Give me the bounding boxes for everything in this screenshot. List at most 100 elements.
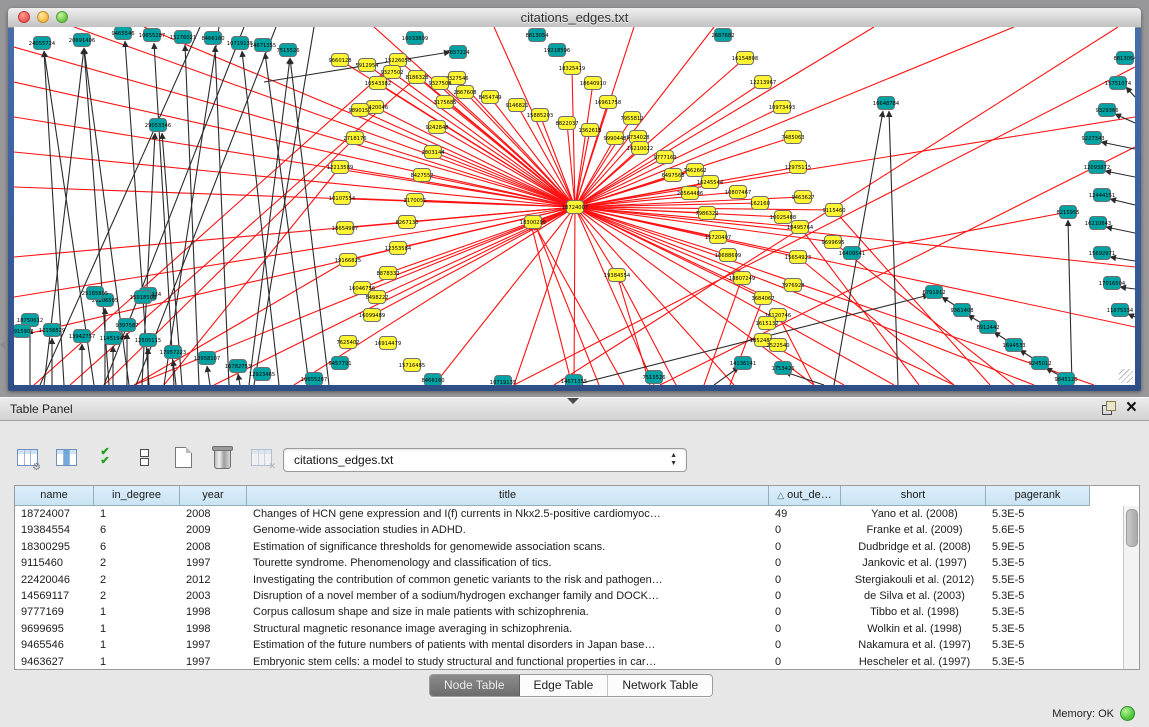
citation-network-graph[interactable]: 24055724 20691406 9465546 10655287 15276021 8… [14,27,1135,385]
graph-node[interactable]: 15226058 [385,54,411,67]
graph-node[interactable]: 19384554 [604,269,631,282]
row-layout-icon[interactable] [131,444,157,470]
graph-node[interactable]: 20691406 [69,34,95,47]
column-header-short[interactable]: short [841,486,986,506]
graph-node[interactable]: 9660128 [328,54,351,67]
column-header-title[interactable]: title [247,486,769,506]
table-row[interactable]: 2242004622012Investigating the contribut… [15,572,1124,588]
graph-node[interactable]: 10807467 [725,186,751,199]
graph-node[interactable]: 9146821 [505,99,528,112]
graph-node[interactable]: 3684067 [751,292,774,305]
graph-node[interactable]: 9327508 [428,77,451,90]
graph-node[interactable]: 12923465 [249,368,275,381]
tab-node-table[interactable]: Node Table [430,675,520,696]
graph-node[interactable]: 8878332 [376,267,399,280]
table-row[interactable]: 1830029562008Estimation of significance … [15,539,1124,555]
graph-node[interactable]: 15885203 [527,109,553,122]
graph-node[interactable]: 13942757 [69,330,95,343]
table-row[interactable]: 1938455462009Genome-wide association stu… [15,522,1124,538]
graph-node[interactable]: 8454749 [478,91,501,104]
column-header-pagerank[interactable]: pagerank [986,486,1090,506]
table-selector-dropdown[interactable]: citations_edges.txt ▲▼ [283,448,687,472]
float-panel-icon[interactable] [1102,401,1116,415]
graph-node[interactable]: 7955812 [620,112,643,125]
graph-node[interactable]: 6791912 [922,286,945,299]
canvas-resize-grip[interactable] [1119,369,1133,383]
table-row[interactable]: 946554611997Estimation of the future num… [15,637,1124,653]
graph-node[interactable]: 12505115 [135,334,161,347]
graph-node[interactable]: 8498222 [365,291,388,304]
network-canvas[interactable]: 24055724 20691406 9465546 10655287 15276021 8… [14,27,1135,385]
show-columns-icon[interactable] [53,444,79,470]
graph-node[interactable]: 16033809 [402,32,428,45]
graph-node[interactable]: 8813054 [525,29,549,42]
graph-node[interactable]: 9329366 [1095,104,1118,117]
column-header-name[interactable]: name [15,486,94,506]
graph-node[interactable]: 15716485 [399,359,425,372]
table-row[interactable]: 969969511998Structural magnetic resonanc… [15,621,1124,637]
graph-node[interactable]: 7515526 [642,371,665,384]
graph-node[interactable]: 1694533 [1002,339,1025,352]
graph-node[interactable]: 18325419 [559,62,585,75]
table-row[interactable]: 1456911722003Disruption of a novel membe… [15,588,1124,604]
graph-node[interactable]: 8822037 [555,117,578,130]
graph-node[interactable]: 10655287 [301,373,327,386]
graph-node[interactable]: 1362615 [578,124,601,137]
table-mode-icon[interactable]: ⚙ [14,444,40,470]
graph-node[interactable]: 8427552 [410,169,433,182]
graph-node[interactable]: 2867608 [453,86,476,99]
graph-node[interactable]: 10688609 [715,249,741,262]
graph-node[interactable]: 8267130 [395,216,418,229]
graph-node[interactable]: 10107554 [329,192,356,205]
graph-node[interactable]: 8186328 [405,71,428,84]
graph-node[interactable]: 7976928 [781,279,804,292]
graph-node[interactable]: 15276021 [170,31,196,44]
graph-node[interactable]: 9845120 [1054,373,1077,386]
new-column-icon[interactable] [170,444,196,470]
graph-node[interactable]: 2803144 [421,146,445,159]
graph-node[interactable]: 16961758 [595,96,621,109]
graph-node[interactable]: 7986322 [695,207,718,220]
graph-node[interactable]: 19218596 [544,44,570,57]
graph-node[interactable]: 9457791 [328,357,351,370]
graph-node[interactable]: 9463627 [791,191,814,204]
select-rows-icon[interactable]: ✔✔ [92,444,118,470]
delete-column-icon[interactable] [209,444,235,470]
graph-node[interactable]: 9777169 [653,151,676,164]
graph-node[interactable]: 9465546 [111,27,134,40]
column-header-out_de[interactable]: △out_de… [769,486,841,506]
graph-node[interactable]: 8912442 [976,321,999,334]
graph-node[interactable]: 19166825 [335,254,361,267]
graph-node[interactable]: 14671355 [561,375,587,386]
graph-node[interactable]: 6497568 [661,169,684,182]
column-header-in_degree[interactable]: in_degree [94,486,180,506]
graph-node[interactable]: 8466160 [201,32,224,45]
graph-node[interactable]: 9227343 [1081,132,1104,145]
table-row[interactable]: 977716911998Corpus callosum shape and si… [15,604,1124,620]
graph-node[interactable]: 2522540 [766,339,789,352]
graph-node[interactable]: 9242848 [425,121,448,134]
graph-node[interactable]: 5912954 [355,59,379,72]
graph-node[interactable]: 12975115 [785,161,811,174]
graph-node[interactable]: 16409541 [839,247,865,260]
graph-node[interactable]: 9245012 [1028,357,1051,370]
graph-node[interactable]: 3175685 [433,96,456,109]
graph-node[interactable]: 9699695 [821,236,844,249]
vertical-scrollbar[interactable] [1123,506,1139,669]
graph-node[interactable]: 12213967 [750,76,776,89]
splitter-grip[interactable] [567,398,579,404]
graph-node[interactable]: 3915903 [14,325,34,338]
graph-node[interactable]: 1615132 [755,317,778,330]
graph-node[interactable]: 1753426 [771,362,794,375]
graph-node[interactable]: 29053346 [145,119,171,132]
graph-node[interactable]: 8215955 [1056,206,1079,219]
graph-node[interactable]: 24055724 [29,37,56,50]
network-window-titlebar[interactable]: citations_edges.txt [8,8,1141,28]
graph-node[interactable]: 7515526 [276,44,299,57]
tab-network-table[interactable]: Network Table [608,675,712,696]
graph-node[interactable]: 3170051 [403,194,426,207]
graph-node[interactable]: 16648784 [873,97,900,110]
graph-node[interactable]: 14136141 [730,357,756,370]
graph-node[interactable]: 7485063 [781,131,804,144]
graph-node[interactable]: 10655287 [139,29,165,42]
